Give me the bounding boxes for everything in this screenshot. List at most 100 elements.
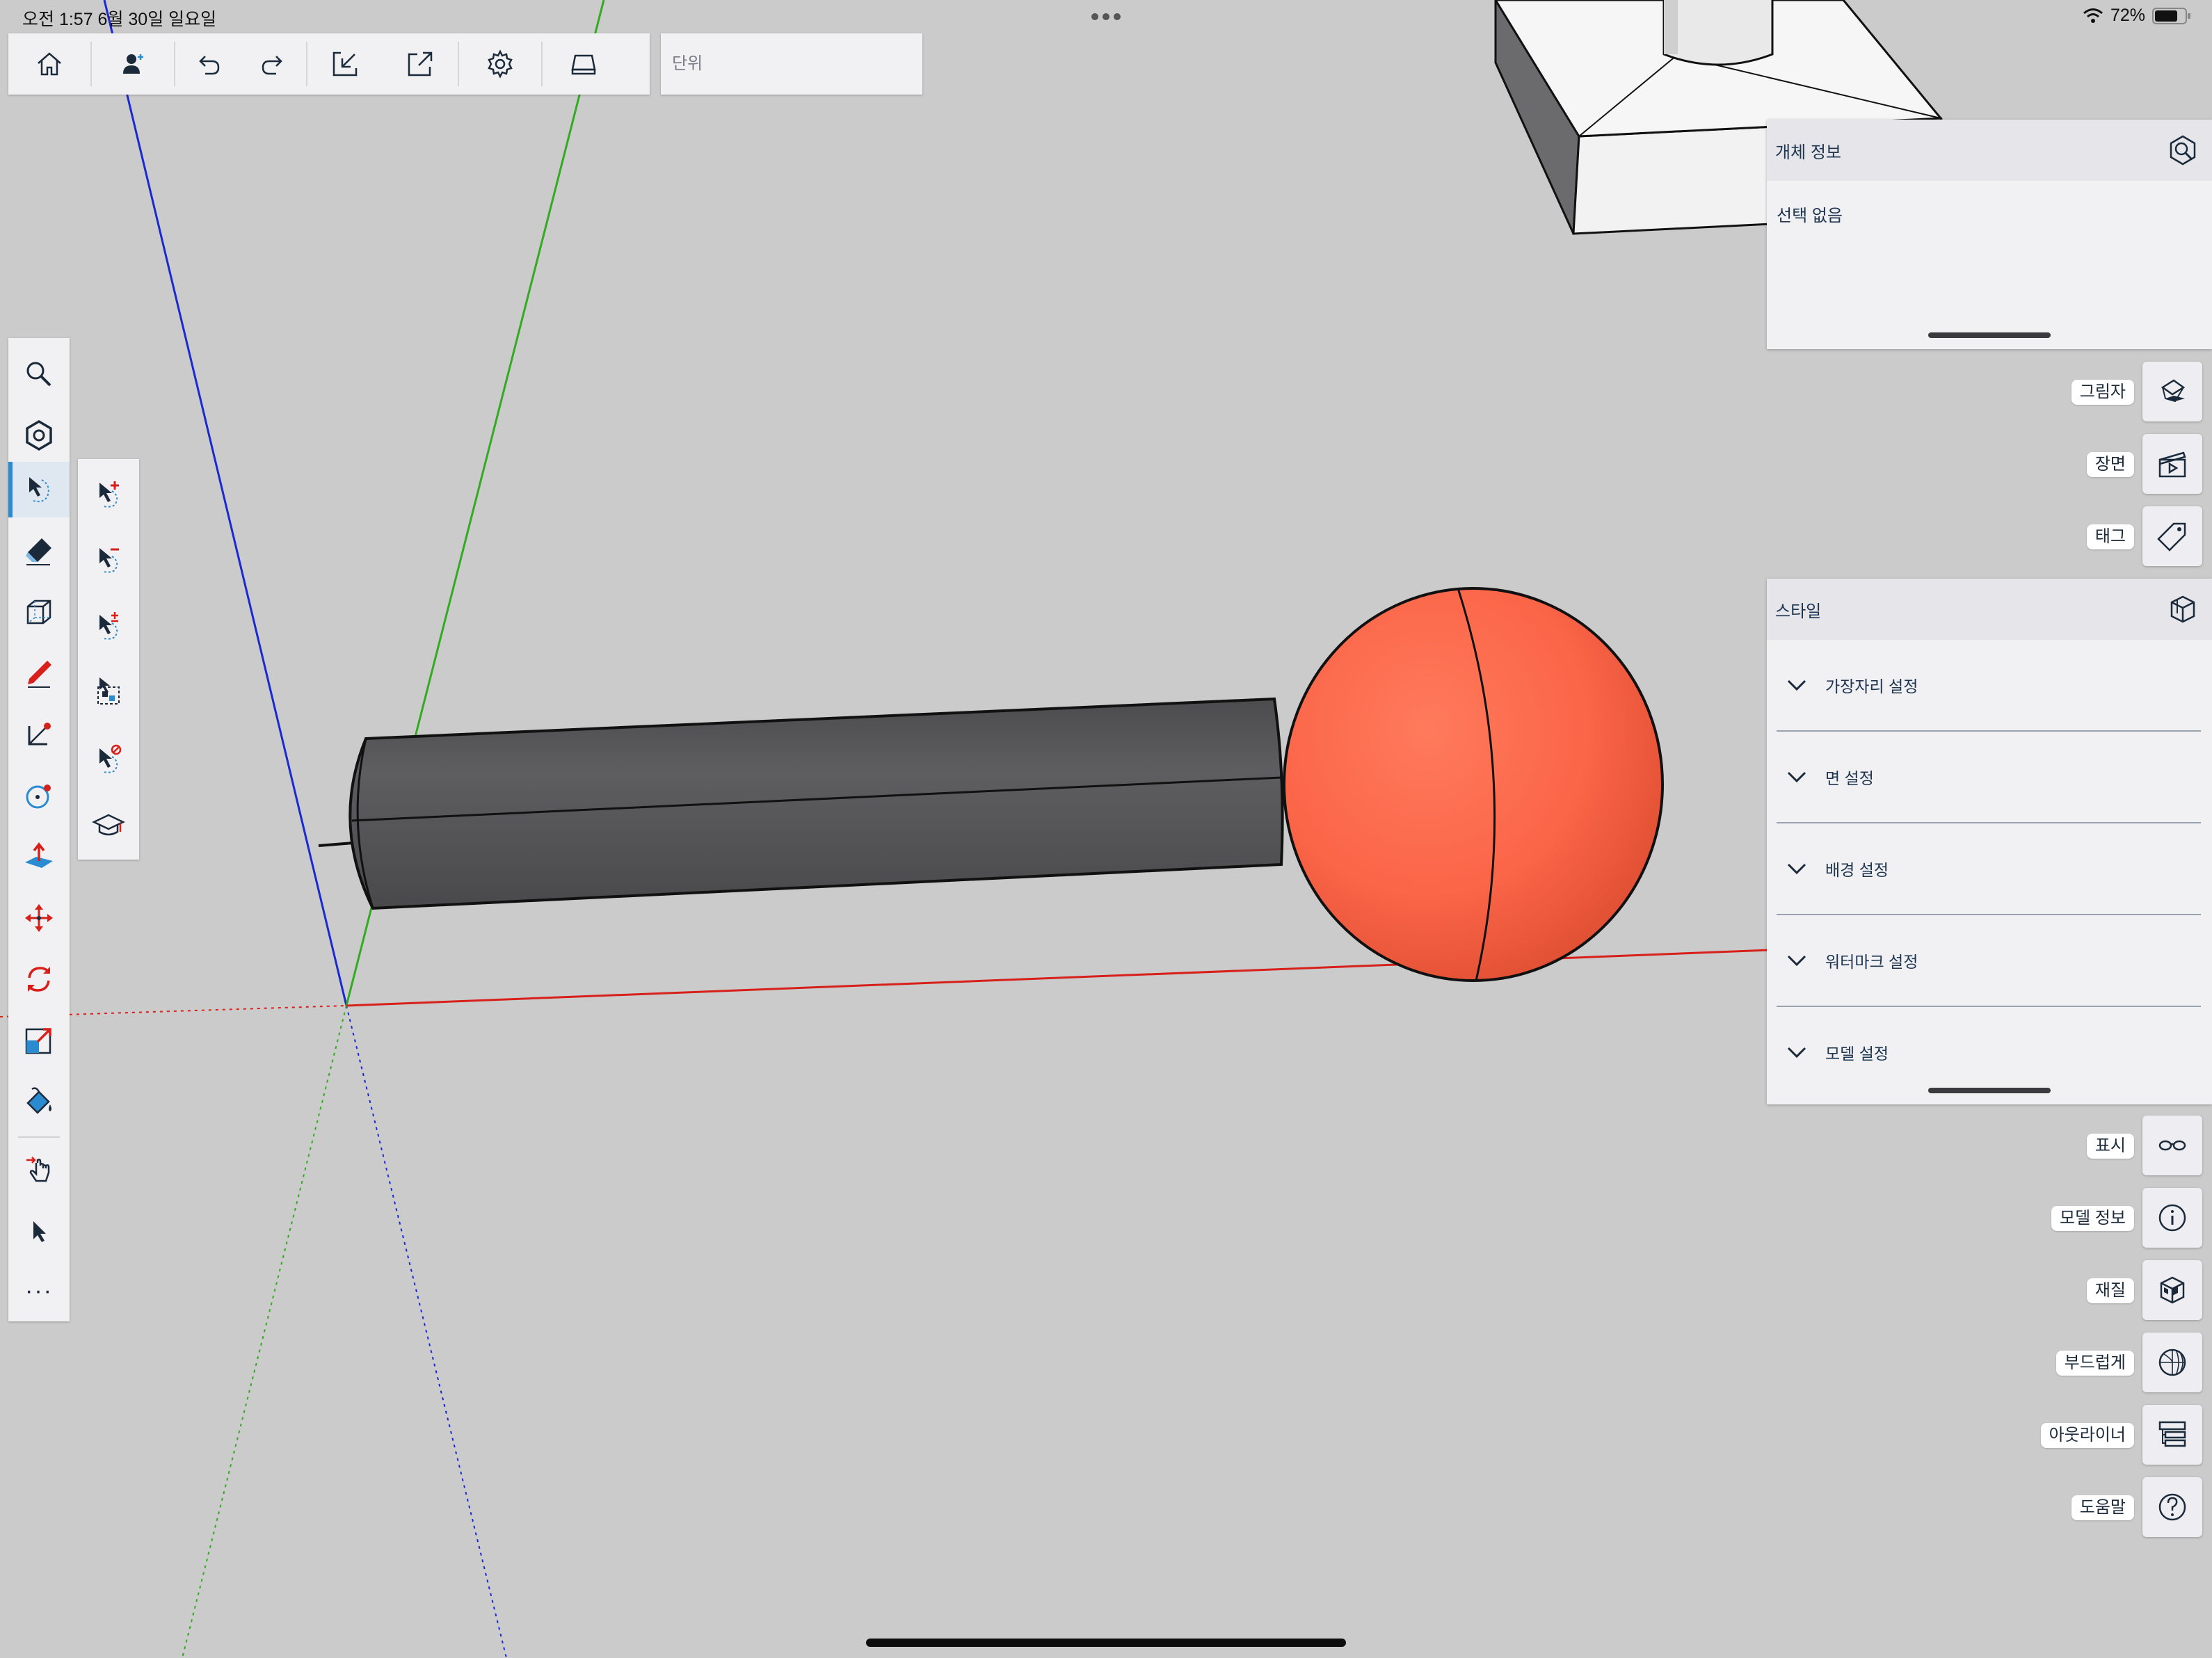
chevron-down-icon (1787, 863, 1806, 875)
face-settings-label: 면 설정 (1825, 769, 1874, 787)
style-cube-icon (2170, 595, 2195, 623)
pointer-tool-button[interactable] (8, 1203, 70, 1259)
model-settings-label: 모델 설정 (1825, 1045, 1889, 1063)
home-button[interactable] (8, 33, 90, 95)
scale-icon (25, 1028, 51, 1054)
select-tool-button[interactable] (8, 462, 70, 517)
selection-status: 선택 없음 (1777, 207, 1843, 225)
move-icon (25, 904, 53, 932)
edge-settings-row[interactable]: 가장자리 설정 (1777, 640, 2201, 732)
material-button[interactable] (2142, 1260, 2202, 1320)
home-indicator[interactable] (866, 1639, 1346, 1647)
add-user-button[interactable] (92, 33, 174, 95)
select-all-button[interactable] (78, 661, 139, 723)
more-tools-button[interactable]: ··· (8, 1263, 70, 1319)
model-info-button[interactable] (2142, 1188, 2202, 1248)
select-tutorial-button[interactable] (78, 794, 139, 857)
select-all-icon (97, 677, 120, 705)
select-none-button[interactable] (78, 727, 139, 790)
pencil-tool-button[interactable] (8, 645, 70, 701)
panel-resize-handle[interactable] (1928, 1088, 2051, 1093)
redo-button[interactable] (241, 33, 306, 95)
help-button[interactable] (2142, 1477, 2202, 1537)
shadow-icon (2161, 379, 2186, 403)
select-sub-toolbar (78, 459, 139, 860)
eraser-icon (26, 538, 51, 565)
select-toggle-icon (99, 612, 118, 640)
import-button[interactable] (307, 33, 383, 95)
rectangle-tool-button[interactable] (8, 707, 70, 762)
gesture-tool-button[interactable] (8, 1142, 70, 1198)
home-icon (38, 52, 61, 76)
box-tool-button[interactable] (8, 584, 70, 640)
rotate-icon (28, 967, 50, 992)
search-icon (26, 362, 51, 387)
scene-button[interactable] (2142, 434, 2202, 494)
search-tool-button[interactable] (8, 346, 70, 402)
shadow-button[interactable] (2142, 362, 2202, 421)
move-tool-button[interactable] (8, 890, 70, 946)
unit-input[interactable]: 단위 (661, 33, 922, 95)
background-settings-row[interactable]: 배경 설정 (1777, 823, 2201, 915)
face-settings-row[interactable]: 면 설정 (1777, 732, 2201, 823)
model-settings-row[interactable]: 모델 설정 (1777, 1007, 2201, 1097)
hand-gesture-icon (26, 1157, 50, 1182)
soften-button[interactable] (2142, 1333, 2202, 1392)
display-button[interactable] (2142, 1116, 2202, 1175)
rectangle-draw-icon (28, 723, 51, 746)
display-button[interactable] (543, 33, 625, 95)
background-settings-label: 배경 설정 (1825, 861, 1889, 879)
settings-button[interactable] (459, 33, 541, 95)
multitask-dots-icon[interactable] (1091, 13, 1121, 21)
material-icon (2160, 1276, 2185, 1304)
panel-resize-handle[interactable] (1928, 332, 2051, 338)
chevron-down-icon (1787, 771, 1806, 783)
eraser-tool-button[interactable] (8, 523, 70, 579)
pencil-icon (28, 661, 51, 688)
push-pull-icon (25, 842, 53, 868)
material-label: 재질 (2086, 1278, 2134, 1303)
circle-tool-button[interactable] (8, 768, 70, 823)
export-button[interactable] (383, 33, 458, 95)
undo-button[interactable] (175, 33, 241, 95)
style-panel: 스타일 가장자리 설정 면 설정 배경 설정 워터마크 설정 모델 설정 (1767, 579, 2212, 1104)
style-title: 스타일 (1775, 602, 1822, 621)
push-pull-tool-button[interactable] (8, 829, 70, 885)
status-time: 오전 1:57 6월 30일 일요일 (22, 10, 217, 29)
gear-icon (488, 49, 513, 79)
select-add-icon (99, 481, 119, 508)
select-add-button[interactable] (78, 462, 139, 524)
undo-icon (199, 56, 220, 75)
style-header[interactable]: 스타일 (1767, 579, 2212, 640)
orbit-tool-button[interactable] (8, 408, 70, 463)
paint-bucket-tool-button[interactable] (8, 1074, 70, 1129)
circle-draw-icon (26, 784, 51, 809)
entity-info-header[interactable]: 개체 정보 (1767, 120, 2212, 181)
select-toggle-button[interactable] (78, 594, 139, 657)
help-label: 도움말 (2071, 1495, 2134, 1520)
scale-tool-button[interactable] (8, 1013, 70, 1068)
scene-label: 장면 (2086, 452, 2134, 477)
select-none-icon (99, 744, 122, 773)
entity-info-title: 개체 정보 (1775, 143, 1841, 162)
watermark-settings-row[interactable]: 워터마크 설정 (1777, 915, 2201, 1007)
soften-icon (2158, 1349, 2186, 1376)
import-icon (332, 51, 358, 77)
rotate-tool-button[interactable] (8, 951, 70, 1007)
toolbar-divider (18, 1136, 60, 1138)
info-icon (2158, 1204, 2186, 1232)
soften-label: 부드럽게 (2055, 1351, 2134, 1376)
entity-info-panel: 개체 정보 선택 없음 (1767, 120, 2212, 349)
wifi-icon (2083, 8, 2103, 23)
outliner-button[interactable] (2142, 1405, 2202, 1465)
tag-button[interactable] (2142, 506, 2202, 566)
person-add-icon (123, 54, 143, 74)
scene-icon (2158, 451, 2186, 478)
cylinder-model[interactable] (318, 697, 1284, 910)
select-subtract-button[interactable] (78, 527, 139, 590)
model-info-label: 모델 정보 (2051, 1206, 2134, 1231)
battery-percent: 72% (2110, 6, 2145, 25)
sphere-model[interactable] (1283, 587, 1664, 982)
paint-bucket-icon (26, 1087, 51, 1114)
chevron-down-icon (1787, 1047, 1806, 1059)
